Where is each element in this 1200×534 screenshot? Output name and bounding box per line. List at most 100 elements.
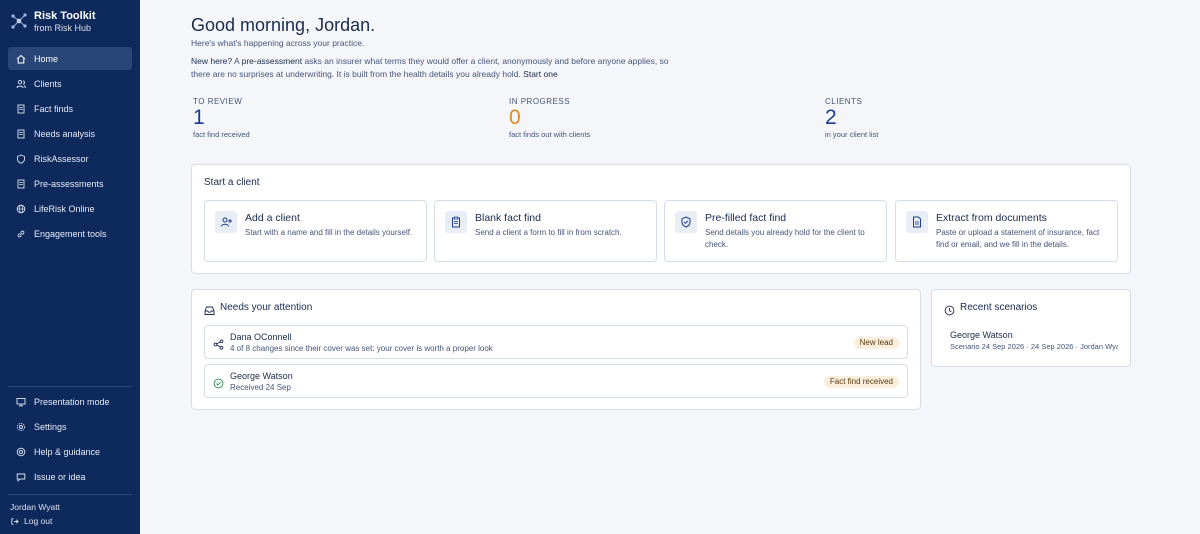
option-description: Start with a name and fill in the detail… xyxy=(245,228,413,237)
stat-in-progress[interactable]: In progress 0 fact finds out with client… xyxy=(509,97,590,139)
sidebar-item-label: Home xyxy=(34,53,59,64)
status-badge: Fact find received xyxy=(823,376,899,388)
logout-button[interactable]: Log out xyxy=(10,516,52,526)
sidebar-item-pre-assessments[interactable]: Pre-assessments xyxy=(8,172,132,195)
needs-attention-card: Needs your attention Dana OConnell 4 of … xyxy=(191,289,921,410)
pre-assessment-intro: New here? A pre-assessment asks an insur… xyxy=(191,55,681,81)
sidebar-item-needs-analysis[interactable]: Needs analysis xyxy=(8,122,132,145)
sidebar-item-label: LifeRisk Online xyxy=(34,203,95,214)
logout-icon xyxy=(11,517,19,525)
attention-row-description: Received 24 Sep xyxy=(230,383,291,392)
clock-icon xyxy=(944,303,955,316)
sidebar-item-presentation-mode[interactable]: Presentation mode xyxy=(8,390,132,413)
sidebar-item-help-guidance[interactable]: Help & guidance xyxy=(8,440,132,463)
sidebar-item-label: Needs analysis xyxy=(34,128,96,139)
option-description: Paste or upload a statement of insurance… xyxy=(936,228,1100,249)
option-title: Add a client xyxy=(245,212,300,224)
sidebar-item-label: RiskAssessor xyxy=(34,153,89,164)
add-user-icon xyxy=(215,211,237,233)
sidebar-item-label: Clients xyxy=(34,78,62,89)
globe-icon xyxy=(16,204,26,214)
sidebar-divider xyxy=(8,494,132,495)
option-title: Blank fact find xyxy=(475,212,541,224)
sidebar-item-engagement-tools[interactable]: Engagement tools xyxy=(8,222,132,245)
attention-row-name: Dana OConnell xyxy=(230,332,292,342)
sidebar-item-settings[interactable]: Settings xyxy=(8,415,132,438)
home-icon xyxy=(16,54,26,64)
sidebar-divider xyxy=(8,386,132,387)
stat-label: In progress xyxy=(509,97,571,106)
sidebar-item-label: Engagement tools xyxy=(34,228,107,239)
sidebar-item-issue-idea[interactable]: Issue or idea xyxy=(8,465,132,488)
new-here-label: New here? xyxy=(191,56,233,66)
sidebar-item-fact-finds[interactable]: Fact finds xyxy=(8,97,132,120)
pre-filled-fact-find-option[interactable]: Pre-filled fact find Send details you al… xyxy=(664,200,887,262)
inbox-icon xyxy=(204,303,215,315)
stat-clients[interactable]: Clients 2 in your client list xyxy=(825,97,878,139)
sidebar-item-riskassessor[interactable]: RiskAssessor xyxy=(8,147,132,170)
monitor-icon xyxy=(16,397,26,407)
stat-value: 1 xyxy=(193,106,205,129)
sidebar-item-label: Fact finds xyxy=(34,103,74,114)
recent-scenario-name[interactable]: George Watson xyxy=(950,330,1013,340)
stat-description: fact finds out with clients xyxy=(509,130,591,139)
sidebar-item-label: Issue or idea xyxy=(34,471,86,482)
blank-fact-find-option[interactable]: Blank fact find Send a client a form to … xyxy=(434,200,657,262)
needs-attention-title: Needs your attention xyxy=(220,302,313,313)
attention-row-name: George Watson xyxy=(230,371,293,381)
sidebar-item-liferisk-online[interactable]: LifeRisk Online xyxy=(8,197,132,220)
document-icon xyxy=(16,179,26,189)
stat-description: in your client list xyxy=(825,130,879,139)
recent-scenarios-card: Recent scenarios George Watson Scenario … xyxy=(931,289,1131,367)
start-client-card: Start a client Add a client Start with a… xyxy=(191,164,1131,274)
brand-subtitle: from Risk Hub xyxy=(34,23,92,33)
page-title: Good morning, Jordan. xyxy=(191,15,376,35)
extract-documents-option[interactable]: Extract from documents Paste or upload a… xyxy=(895,200,1118,262)
help-icon xyxy=(16,447,26,457)
option-description: Send a client a form to fill in from scr… xyxy=(475,228,622,237)
add-client-option[interactable]: Add a client Start with a name and fill … xyxy=(204,200,427,262)
user-name: Jordan Wyatt xyxy=(10,502,60,512)
check-circle-icon xyxy=(213,376,224,389)
pre-assessment-term: pre-assessment xyxy=(241,56,303,66)
file-upload-icon xyxy=(906,211,928,233)
attention-row-george-watson[interactable]: George Watson Received 24 Sep Fact find … xyxy=(204,364,908,398)
link-icon xyxy=(16,229,26,239)
stat-value: 2 xyxy=(825,106,837,129)
sidebar-item-home[interactable]: Home xyxy=(8,47,132,70)
option-title: Extract from documents xyxy=(936,212,1047,224)
sidebar-item-label: Presentation mode xyxy=(34,396,110,407)
option-description: Send details you already hold for the cl… xyxy=(705,228,865,249)
stat-to-review[interactable]: To review 1 fact find received xyxy=(193,97,250,139)
option-title: Pre-filled fact find xyxy=(705,212,787,224)
start-client-title: Start a client xyxy=(204,177,260,188)
stat-label: To review xyxy=(193,97,243,106)
gear-icon xyxy=(16,422,26,432)
recent-scenario-description: Scenario 24 Sep 2026 · 24 Sep 2026 · Jor… xyxy=(950,342,1118,351)
stat-value: 0 xyxy=(509,106,521,129)
sidebar-nav: Home Clients Fact finds Needs analysis R… xyxy=(8,47,132,247)
clipboard-icon xyxy=(445,211,467,233)
logout-label: Log out xyxy=(24,516,53,526)
brand[interactable]: Risk Toolkit from Risk Hub xyxy=(10,10,96,34)
document-icon xyxy=(16,129,26,139)
sidebar-item-clients[interactable]: Clients xyxy=(8,72,132,95)
shield-check-icon xyxy=(675,211,697,233)
brand-title: Risk Toolkit xyxy=(34,10,96,22)
sidebar: Risk Toolkit from Risk Hub Home Clients … xyxy=(0,0,140,534)
attention-row-description: 4 of 8 changes since their cover was set… xyxy=(230,344,493,353)
chat-icon xyxy=(16,472,26,482)
start-one-link[interactable]: Start one xyxy=(523,69,558,79)
sidebar-item-label: Pre-assessments xyxy=(34,178,104,189)
stat-label: Clients xyxy=(825,97,863,106)
sidebar-bottom-nav: Presentation mode Settings Help & guidan… xyxy=(8,390,132,490)
attention-row-dana-oconnell[interactable]: Dana OConnell 4 of 8 changes since their… xyxy=(204,325,908,359)
intro-article: A xyxy=(234,56,240,66)
document-icon xyxy=(16,104,26,114)
page-subtitle: Here's what's happening across your prac… xyxy=(191,38,365,48)
shield-icon xyxy=(16,154,26,164)
sidebar-item-label: Settings xyxy=(34,421,67,432)
recent-scenarios-title: Recent scenarios xyxy=(960,302,1038,313)
stat-description: fact find received xyxy=(193,130,250,139)
logo-icon xyxy=(11,13,27,29)
